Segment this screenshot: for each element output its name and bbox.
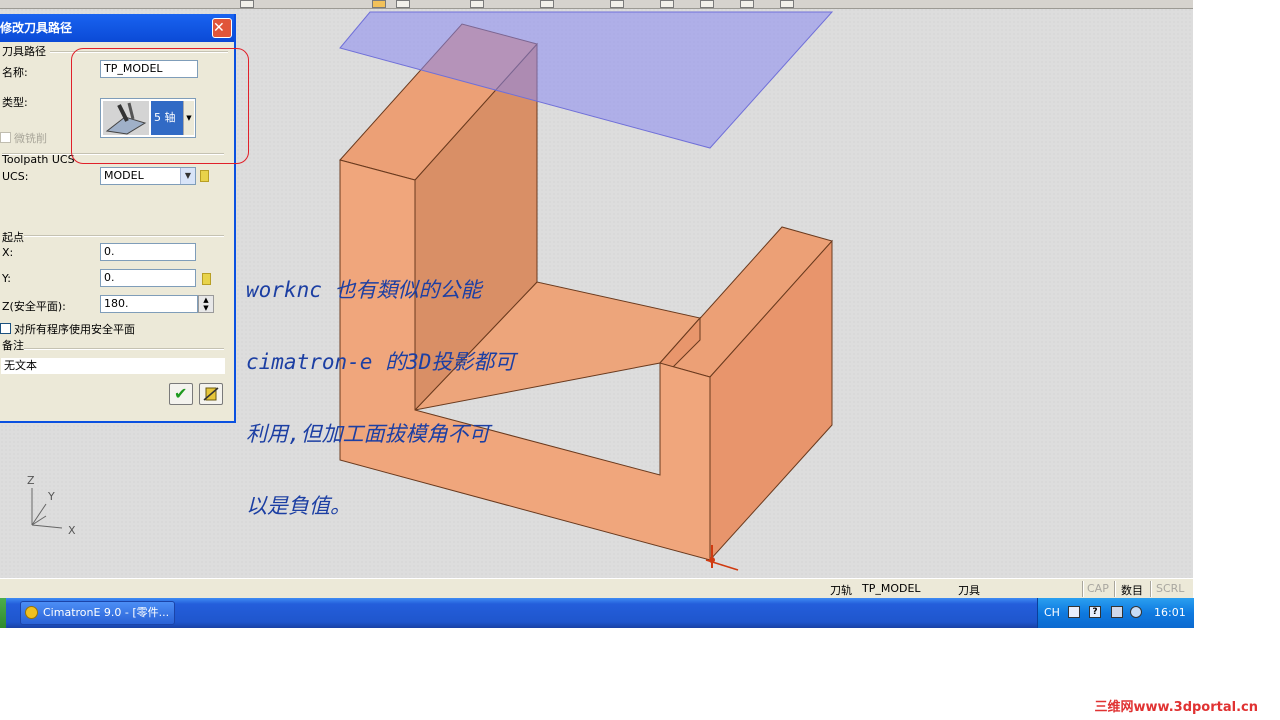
all-programs-safe-plane-checkbox[interactable] [0, 323, 11, 334]
taskbar-button-label: CimatronE 9.0 - [零件... [43, 606, 170, 619]
dialog-titlebar[interactable]: 修改刀具路径 ✕ [0, 14, 234, 42]
help-icon[interactable]: ? [1089, 606, 1101, 618]
start-button[interactable] [0, 598, 6, 628]
ok-button[interactable]: ✔ [169, 383, 193, 405]
type-label: 类型: [2, 96, 28, 109]
start-point-section-label: 起点 [2, 231, 24, 244]
status-toolpath-label: 刀轨 [830, 584, 852, 597]
y-label: Y: [2, 272, 11, 285]
network-icon[interactable] [1130, 606, 1142, 618]
divider [24, 348, 224, 350]
highlight-annotation-circle [71, 48, 249, 164]
close-icon: ✕ [213, 20, 225, 36]
dialog-title: 修改刀具路径 [0, 21, 73, 35]
axis-z-label: Z [27, 474, 35, 487]
cancel-button[interactable] [199, 383, 223, 405]
remark-section-label: 备注 [2, 339, 24, 352]
z-safe-plane-label: Z(安全平面): [2, 300, 66, 313]
speaker-icon[interactable] [1111, 606, 1123, 618]
axis-y-label: Y [48, 490, 55, 503]
language-indicator[interactable]: CH [1044, 606, 1060, 619]
status-scrl: SCRL [1156, 582, 1185, 595]
micro-milling-label: 微铣削 [14, 132, 47, 145]
checkmark-icon: ✔ [174, 384, 188, 403]
watermark: 三维网www.3dportal.cn [1094, 700, 1258, 715]
status-bar: 刀轨 TP_MODEL 刀具 CAP 数目 SCRL [0, 578, 1193, 599]
annotation-line: worknc 也有類似的公能 [246, 278, 482, 302]
y-field[interactable]: 0. [100, 269, 196, 287]
ucs-select[interactable]: MODEL ▼ [100, 167, 196, 185]
status-divider [1082, 581, 1084, 597]
taskbar-button-cimatron[interactable]: CimatronE 9.0 - [零件... [20, 601, 175, 625]
annotation-text: worknc 也有類似的公能 cimatron-e 的3D投影都可 利用,但加工… [246, 230, 515, 566]
status-cap: CAP [1087, 582, 1109, 595]
annotation-line: 利用,但加工面拔模角不可 [246, 422, 490, 446]
pick-icon[interactable] [200, 170, 209, 182]
annotation-line: cimatron-e 的3D投影都可 [246, 350, 516, 374]
name-label: 名称: [2, 66, 28, 79]
close-button[interactable]: ✕ [212, 18, 232, 38]
remark-field[interactable]: 无文本 [0, 357, 226, 375]
ucs-label: UCS: [2, 170, 29, 183]
ucs-value: MODEL [104, 169, 144, 182]
taskbar: CimatronE 9.0 - [零件... CH ? 16:01 [0, 598, 1194, 628]
status-num: 数目 [1121, 584, 1143, 597]
status-tool-label: 刀具 [958, 584, 980, 597]
micro-milling-checkbox[interactable] [0, 132, 11, 143]
z-spinner[interactable]: ▲ ▼ [198, 295, 214, 313]
divider [24, 235, 224, 237]
cancel-icon [203, 387, 219, 401]
keyboard-icon[interactable] [1068, 606, 1080, 618]
pick-icon[interactable] [202, 273, 211, 285]
cimatron-app-icon [25, 606, 38, 619]
x-label: X: [2, 246, 14, 259]
status-toolpath-value: TP_MODEL [862, 582, 921, 595]
help-glyph: ? [1092, 607, 1098, 617]
system-tray: CH ? 16:01 [1037, 598, 1194, 628]
toolpath-section-label: 刀具路径 [2, 45, 46, 58]
axis-x-label: X [68, 524, 76, 537]
chevron-down-icon[interactable]: ▼ [180, 168, 195, 184]
z-field[interactable]: 180. [100, 295, 198, 313]
all-programs-safe-plane-label: 对所有程序使用安全平面 [14, 323, 135, 336]
ucs-section-label: Toolpath UCS [2, 153, 75, 166]
annotation-line: 以是負值。 [246, 494, 351, 518]
x-field[interactable]: 0. [100, 243, 196, 261]
clock: 16:01 [1154, 606, 1186, 619]
status-divider [1150, 581, 1152, 597]
status-divider [1114, 581, 1116, 597]
